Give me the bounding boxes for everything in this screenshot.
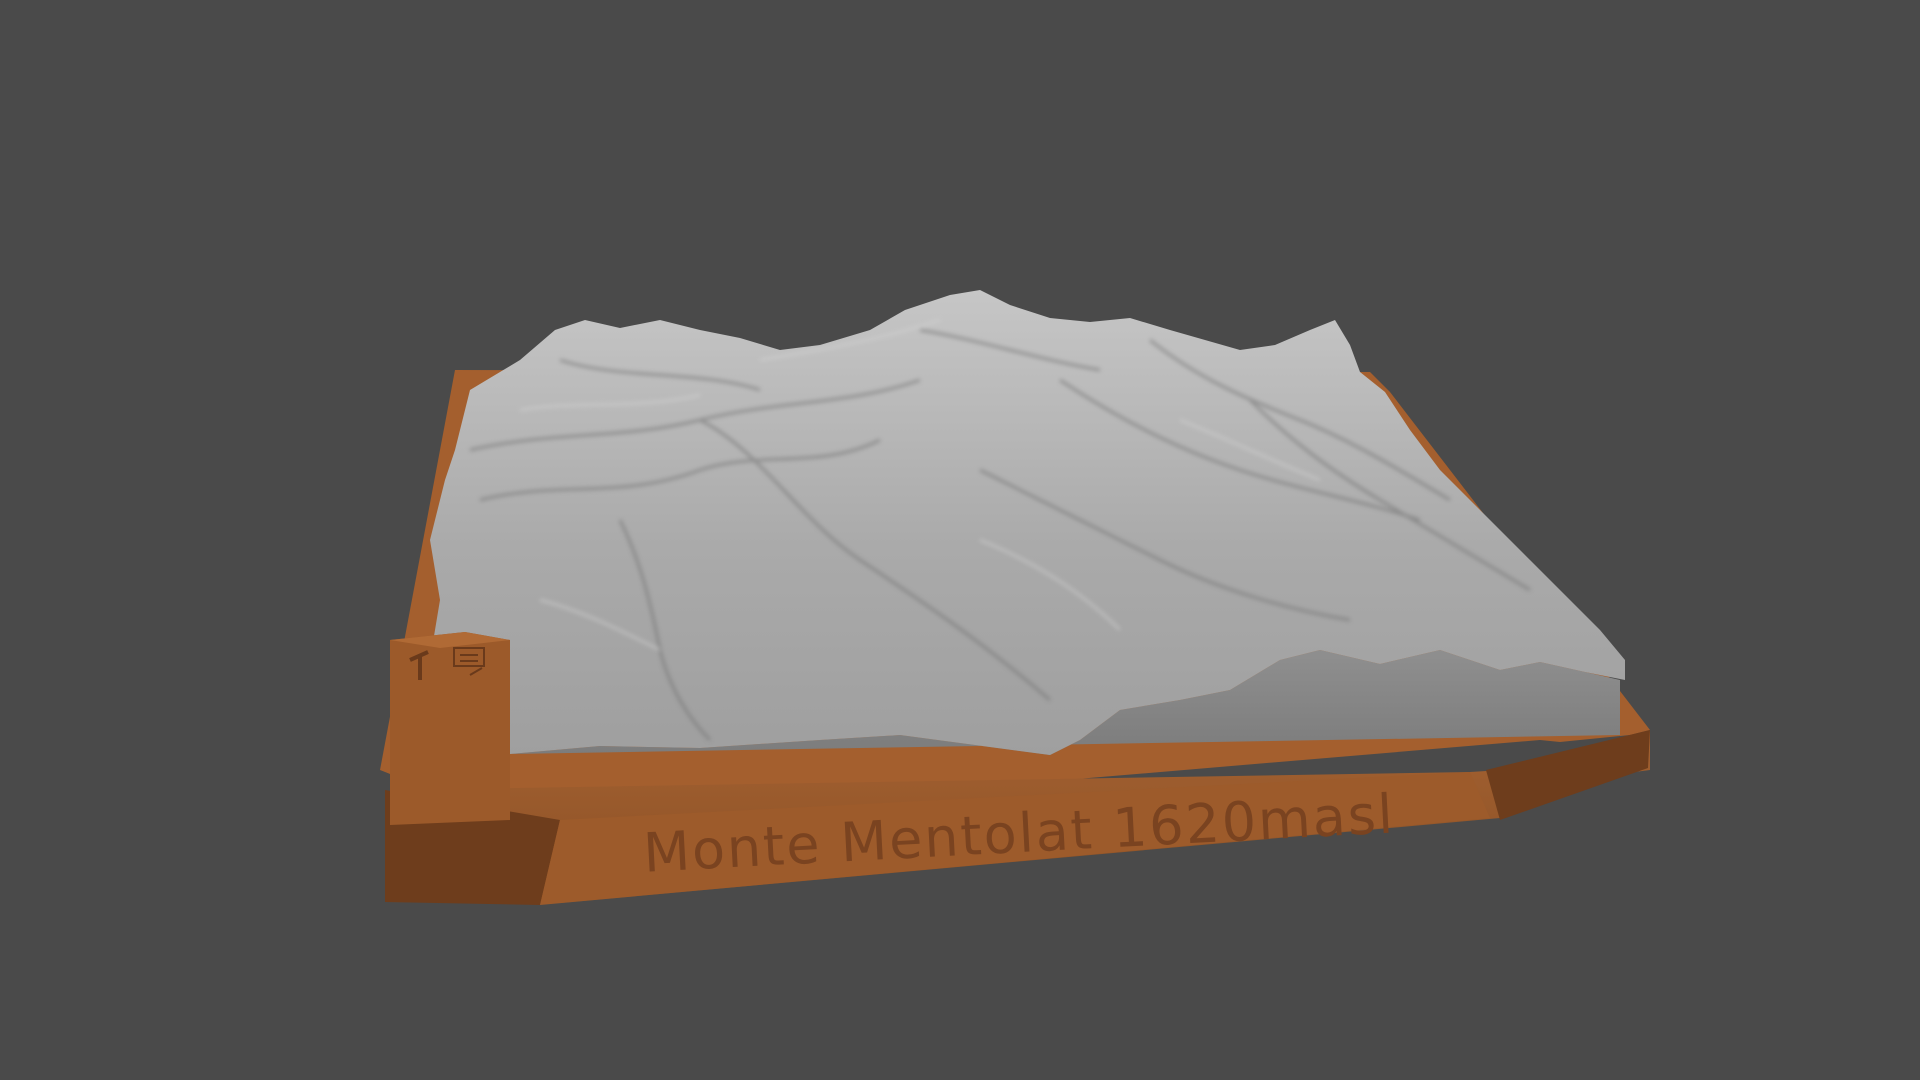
base-right-block [1486, 730, 1650, 820]
terrain-model-viewport: Monte Mentolat 1620masl [380, 290, 1650, 905]
sign-block-front [390, 632, 510, 825]
